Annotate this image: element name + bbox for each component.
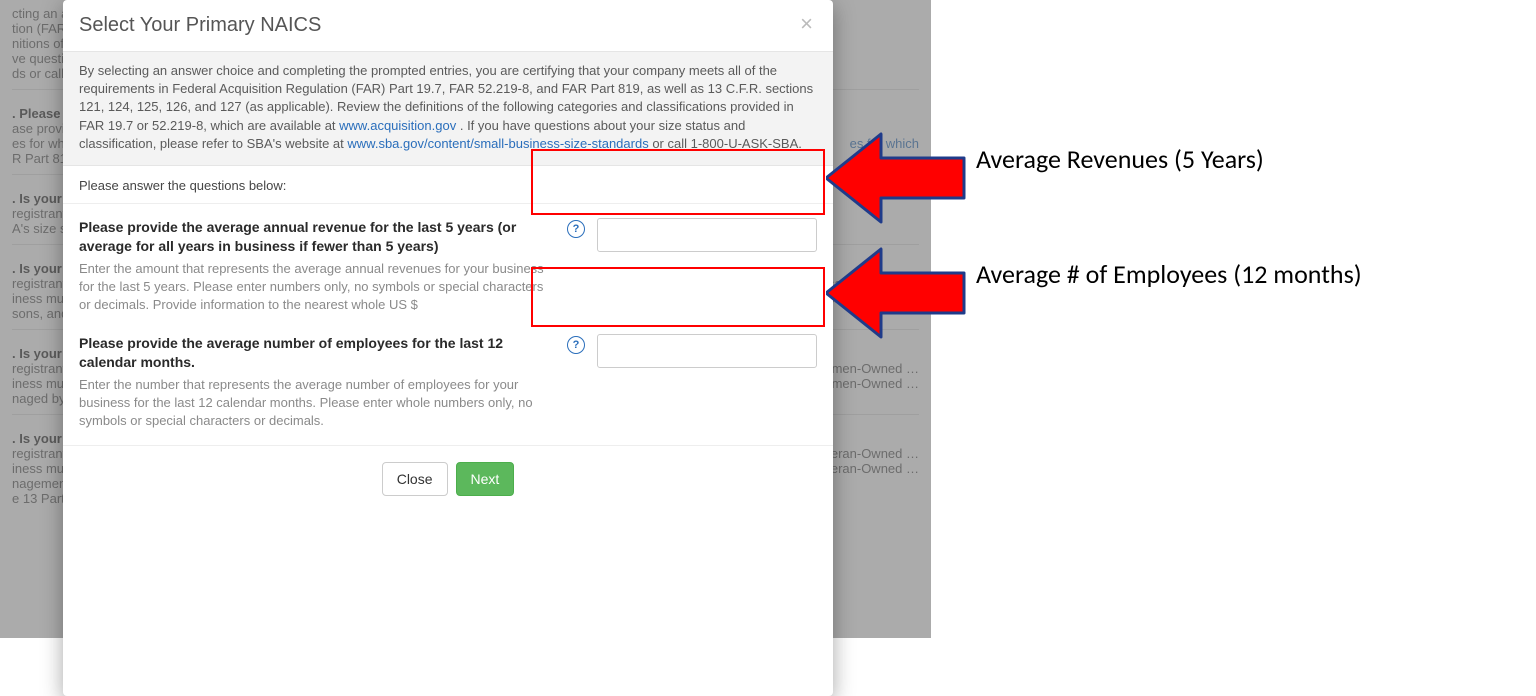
employees-help-text: Enter the number that represents the ave… xyxy=(79,376,555,431)
close-button[interactable]: Close xyxy=(382,462,448,496)
naics-modal: Select Your Primary NAICS × By selecting… xyxy=(63,0,833,696)
arrow-icon xyxy=(826,243,966,343)
arrow-revenue xyxy=(826,128,966,228)
question-revenue: Please provide the average annual revenu… xyxy=(63,204,833,320)
acquisition-link[interactable]: www.acquisition.gov xyxy=(339,118,456,133)
arrow-icon xyxy=(826,128,966,228)
annotation-employees: Average # of Employees (12 months) xyxy=(976,258,1362,290)
instruction-text: Please answer the questions below: xyxy=(63,166,833,204)
question-employees: Please provide the average number of emp… xyxy=(63,320,833,436)
next-button[interactable]: Next xyxy=(456,462,515,496)
regulatory-note: By selecting an answer choice and comple… xyxy=(63,51,833,166)
employees-input[interactable] xyxy=(597,334,817,368)
arrow-employees xyxy=(826,243,966,343)
revenue-help-text: Enter the amount that represents the ave… xyxy=(79,260,555,315)
revenue-input[interactable] xyxy=(597,218,817,252)
modal-header: Select Your Primary NAICS × xyxy=(63,0,833,51)
employees-label: Please provide the average number of emp… xyxy=(79,334,555,372)
help-icon[interactable]: ? xyxy=(567,336,585,354)
annotation-revenue: Average Revenues (5 Years) xyxy=(976,143,1264,175)
modal-title: Select Your Primary NAICS xyxy=(79,14,817,37)
note-text: or call 1-800-U-ASK-SBA. xyxy=(652,136,802,151)
close-icon[interactable]: × xyxy=(794,10,819,38)
revenue-label: Please provide the average annual revenu… xyxy=(79,218,555,256)
sba-link[interactable]: www.sba.gov/content/small-business-size-… xyxy=(347,136,648,151)
help-icon[interactable]: ? xyxy=(567,220,585,238)
modal-actions: Close Next xyxy=(63,445,833,516)
